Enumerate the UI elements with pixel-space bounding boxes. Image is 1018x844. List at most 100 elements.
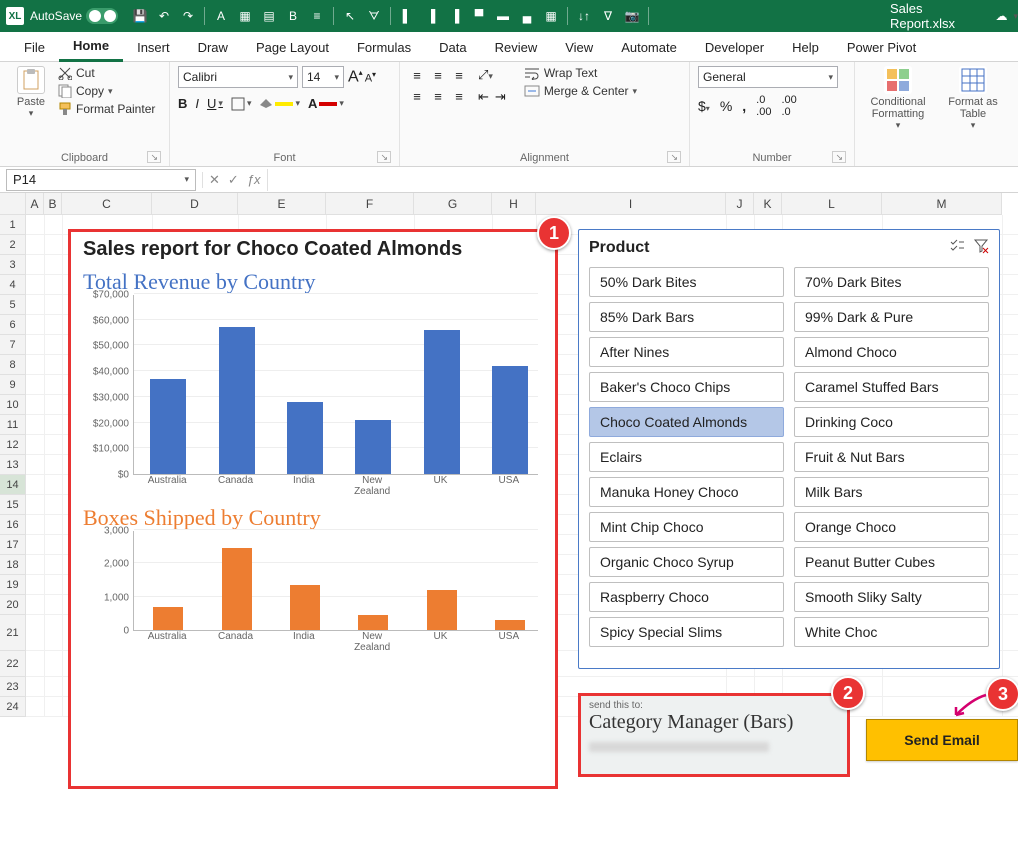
chart-revenue[interactable]: Total Revenue by Country $0$10,000$20,00… — [83, 269, 543, 495]
bar[interactable] — [290, 585, 320, 630]
format-as-table-button[interactable]: Format as Table▾ — [943, 66, 1003, 131]
send-email-button[interactable]: Send Email — [866, 719, 1018, 761]
tab-file[interactable]: File — [10, 34, 59, 61]
column-header[interactable]: H — [492, 193, 536, 215]
slicer-item[interactable]: Organic Choco Syrup — [589, 547, 784, 577]
increase-font-icon[interactable]: A▴ — [348, 68, 363, 86]
tab-insert[interactable]: Insert — [123, 34, 184, 61]
column-header[interactable]: L — [782, 193, 882, 215]
row-header[interactable]: 3 — [0, 255, 26, 275]
column-header[interactable]: J — [726, 193, 754, 215]
increase-decimal-button[interactable]: .0.00 — [756, 94, 771, 118]
comma-format-button[interactable]: , — [742, 98, 746, 114]
bar[interactable] — [355, 420, 391, 474]
row-header[interactable]: 4 — [0, 275, 26, 295]
slicer-item[interactable]: Peanut Butter Cubes — [794, 547, 989, 577]
decrease-indent-button[interactable]: ⇤ — [478, 89, 489, 105]
undo-icon[interactable]: ↶ — [154, 6, 174, 26]
align-center-icon[interactable]: ▐ — [421, 6, 441, 26]
slicer-item[interactable]: Choco Coated Almonds — [589, 407, 784, 437]
font-fill-icon[interactable]: A — [211, 6, 231, 26]
slicer-item[interactable]: Spicy Special Slims — [589, 617, 784, 647]
formula-input[interactable] — [267, 169, 1018, 191]
slicer-item[interactable]: Manuka Honey Choco — [589, 477, 784, 507]
column-header[interactable]: F — [326, 193, 414, 215]
align-left-icon[interactable]: ▌ — [397, 6, 417, 26]
worksheet[interactable]: 123456789101112131415161718192021222324 … — [0, 193, 1018, 717]
orientation-button[interactable]: ⤢▾ — [478, 67, 493, 83]
column-header[interactable]: B — [44, 193, 62, 215]
align-top-icon[interactable]: ▀ — [469, 6, 489, 26]
slicer-item[interactable]: 70% Dark Bites — [794, 267, 989, 297]
slicer-item[interactable]: Orange Choco — [794, 512, 989, 542]
tab-home[interactable]: Home — [59, 32, 123, 62]
row-header[interactable]: 16 — [0, 515, 26, 535]
bar[interactable] — [287, 402, 323, 474]
row-header[interactable]: 17 — [0, 535, 26, 555]
row-header[interactable]: 19 — [0, 575, 26, 595]
row-header[interactable]: 18 — [0, 555, 26, 575]
dialog-launcher-icon[interactable]: ↘ — [147, 151, 161, 163]
slicer-item[interactable]: Milk Bars — [794, 477, 989, 507]
tab-review[interactable]: Review — [481, 34, 552, 61]
chevron-down-icon[interactable]: ▾ — [29, 108, 34, 119]
merge-center-button[interactable]: Merge & Center▾ — [524, 84, 637, 98]
fill-color-button[interactable]: ▾ — [259, 98, 300, 109]
row-header[interactable]: 10 — [0, 395, 26, 415]
slicer-item[interactable]: Smooth Sliky Salty — [794, 582, 989, 612]
row-header[interactable]: 7 — [0, 335, 26, 355]
underline-button[interactable]: U▾ — [207, 96, 223, 111]
chevron-down-icon[interactable]: ▾ — [1013, 11, 1018, 22]
slicer-item[interactable]: 50% Dark Bites — [589, 267, 784, 297]
row-header[interactable]: 14 — [0, 475, 26, 495]
row-header[interactable]: 9 — [0, 375, 26, 395]
sort-asc-icon[interactable]: ↓↑ — [574, 6, 594, 26]
slicer-item[interactable]: Caramel Stuffed Bars — [794, 372, 989, 402]
bar[interactable] — [219, 327, 255, 474]
toggle-on-icon[interactable]: On — [86, 8, 118, 24]
tab-view[interactable]: View — [551, 34, 607, 61]
bar[interactable] — [495, 620, 525, 630]
document-title[interactable]: Sales Report.xlsx ☁ ▾ — [890, 1, 1018, 31]
bar[interactable] — [358, 615, 388, 630]
funnel-icon[interactable]: ∇ — [598, 6, 618, 26]
tab-developer[interactable]: Developer — [691, 34, 778, 61]
column-header[interactable]: K — [754, 193, 782, 215]
bar[interactable] — [222, 548, 252, 630]
cancel-formula-icon[interactable]: ✕ — [209, 172, 220, 188]
conditional-formatting-button[interactable]: Conditional Formatting▾ — [863, 66, 933, 131]
row-header[interactable]: 8 — [0, 355, 26, 375]
row-header[interactable]: 1 — [0, 215, 26, 235]
border-button[interactable]: ▾ — [231, 97, 252, 111]
row-header[interactable]: 20 — [0, 595, 26, 615]
dialog-launcher-icon[interactable]: ↘ — [377, 151, 391, 163]
bar[interactable] — [150, 379, 186, 474]
row-header[interactable]: 13 — [0, 455, 26, 475]
chart-boxes[interactable]: Boxes Shipped by Country 01,0002,0003,00… — [83, 505, 543, 651]
tab-formulas[interactable]: Formulas — [343, 34, 425, 61]
slicer-item[interactable]: Mint Chip Choco — [589, 512, 784, 542]
decrease-decimal-button[interactable]: .00.0 — [781, 94, 796, 118]
column-header[interactable]: A — [26, 193, 44, 215]
row-header[interactable]: 2 — [0, 235, 26, 255]
autosave-toggle[interactable]: AutoSave On — [30, 8, 118, 24]
bar[interactable] — [492, 366, 528, 474]
row-header[interactable]: 5 — [0, 295, 26, 315]
column-header[interactable]: D — [152, 193, 238, 215]
grid-icon[interactable]: ▦ — [541, 6, 561, 26]
row-header[interactable]: 15 — [0, 495, 26, 515]
align-middle-icon[interactable]: ▬ — [493, 6, 513, 26]
tab-power-pivot[interactable]: Power Pivot — [833, 34, 930, 61]
product-slicer[interactable]: Product 50% Dark Bites70% Dark Bites85% … — [578, 229, 1000, 669]
column-header[interactable]: I — [536, 193, 726, 215]
font-name-select[interactable]: Calibri▾ — [178, 66, 298, 88]
slicer-item[interactable]: Drinking Coco — [794, 407, 989, 437]
slicer-item[interactable]: Eclairs — [589, 442, 784, 472]
accounting-format-button[interactable]: $▾ — [698, 98, 710, 114]
bold-icon[interactable]: B — [283, 6, 303, 26]
redo-icon[interactable]: ↷ — [178, 6, 198, 26]
wrap-text-button[interactable]: Wrap Text — [524, 66, 637, 80]
format-painter-button[interactable]: Format Painter — [58, 102, 155, 116]
number-format-select[interactable]: General▾ — [698, 66, 838, 88]
multi-select-icon[interactable] — [949, 238, 965, 257]
